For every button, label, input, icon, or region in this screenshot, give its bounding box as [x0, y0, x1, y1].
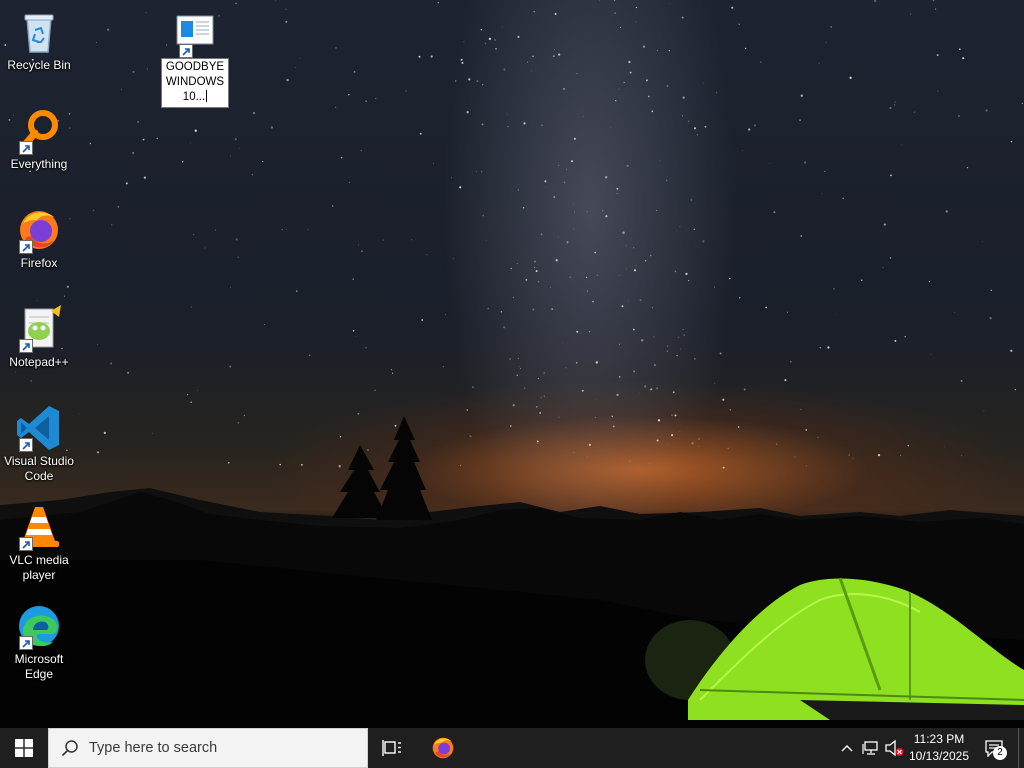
shortcut-arrow-icon: [179, 44, 193, 58]
network-icon: [862, 741, 878, 755]
edge-icon: [15, 602, 63, 650]
rename-textbox[interactable]: GOODBYE WINDOWS 10...: [161, 58, 229, 108]
show-desktop-button[interactable]: [1018, 728, 1024, 768]
desktop-icon-label: Visual Studio Code: [4, 454, 74, 483]
shortcut-arrow-icon: [19, 339, 33, 353]
firefox-icon: [15, 206, 63, 254]
windows-logo-icon: [15, 739, 33, 757]
text-caret: [206, 90, 208, 102]
action-center-button[interactable]: 2: [976, 728, 1012, 768]
notepad-plus-plus-icon: [15, 305, 63, 353]
rename-text-line: GOODBYE: [165, 61, 225, 73]
shortcut-arrow-icon: [19, 537, 33, 551]
shortcut-arrow-icon: [19, 636, 33, 650]
taskbar-clock[interactable]: 11:23 PM 10/13/2025: [903, 731, 975, 765]
desktop-icon-everything[interactable]: Everything: [1, 107, 77, 172]
desktop-wallpaper: [0, 0, 1024, 728]
start-button[interactable]: [0, 728, 48, 768]
taskbar-search-box[interactable]: Type here to search: [48, 728, 368, 768]
shortcut-arrow-icon: [19, 141, 33, 155]
rename-text-line: WINDOWS: [165, 76, 225, 88]
firefox-icon: [432, 737, 454, 759]
desktop-icon-vlc[interactable]: VLC media player: [1, 503, 77, 583]
clock-date: 10/13/2025: [908, 749, 970, 763]
text-document-icon: [171, 12, 219, 60]
desktop-icon-edge[interactable]: Microsoft Edge: [1, 602, 77, 682]
desktop-icon-label: VLC media player: [9, 553, 69, 582]
shortcut-arrow-icon: [19, 240, 33, 254]
desktop-icon-label: Notepad++: [9, 355, 69, 369]
rename-text-line: 10...: [182, 91, 206, 103]
desktop-icon-goodbye-windows-shortcut[interactable]: [157, 12, 233, 62]
wallpaper-landscape: [0, 416, 1024, 728]
desktop-icon-notepad-plus-plus[interactable]: Notepad++: [1, 305, 77, 370]
vlc-cone-icon: [15, 503, 63, 551]
vscode-icon: [15, 404, 63, 452]
desktop-icon-label: Recycle Bin: [7, 58, 71, 72]
everything-icon: [15, 107, 63, 155]
taskbar-firefox-button[interactable]: [419, 728, 467, 768]
desktop-icon-label: Everything: [10, 157, 68, 171]
network-status-button[interactable]: [860, 728, 882, 768]
search-icon: [61, 740, 78, 757]
clock-time: 11:23 PM: [913, 732, 965, 746]
taskbar: Type here to search 11:23 PM 10/13/2025 …: [0, 728, 1024, 768]
volume-button[interactable]: [883, 728, 905, 768]
speaker-muted-icon: [885, 739, 904, 757]
shortcut-arrow-icon: [19, 438, 33, 452]
chevron-up-icon: [841, 745, 853, 752]
notification-count-badge: 2: [993, 746, 1007, 760]
task-view-button[interactable]: [368, 728, 416, 768]
desktop-icon-vscode[interactable]: Visual Studio Code: [1, 404, 77, 484]
desktop-icon-firefox[interactable]: Firefox: [1, 206, 77, 271]
desktop-icon-recycle-bin[interactable]: Recycle Bin: [1, 8, 77, 73]
desktop-icon-label: Microsoft Edge: [14, 652, 64, 681]
recycle-bin-icon: [15, 8, 63, 56]
search-placeholder: Type here to search: [89, 740, 218, 756]
show-hidden-icons-button[interactable]: [836, 728, 858, 768]
task-view-icon: [382, 740, 401, 756]
desktop-icon-label: Firefox: [20, 256, 58, 270]
